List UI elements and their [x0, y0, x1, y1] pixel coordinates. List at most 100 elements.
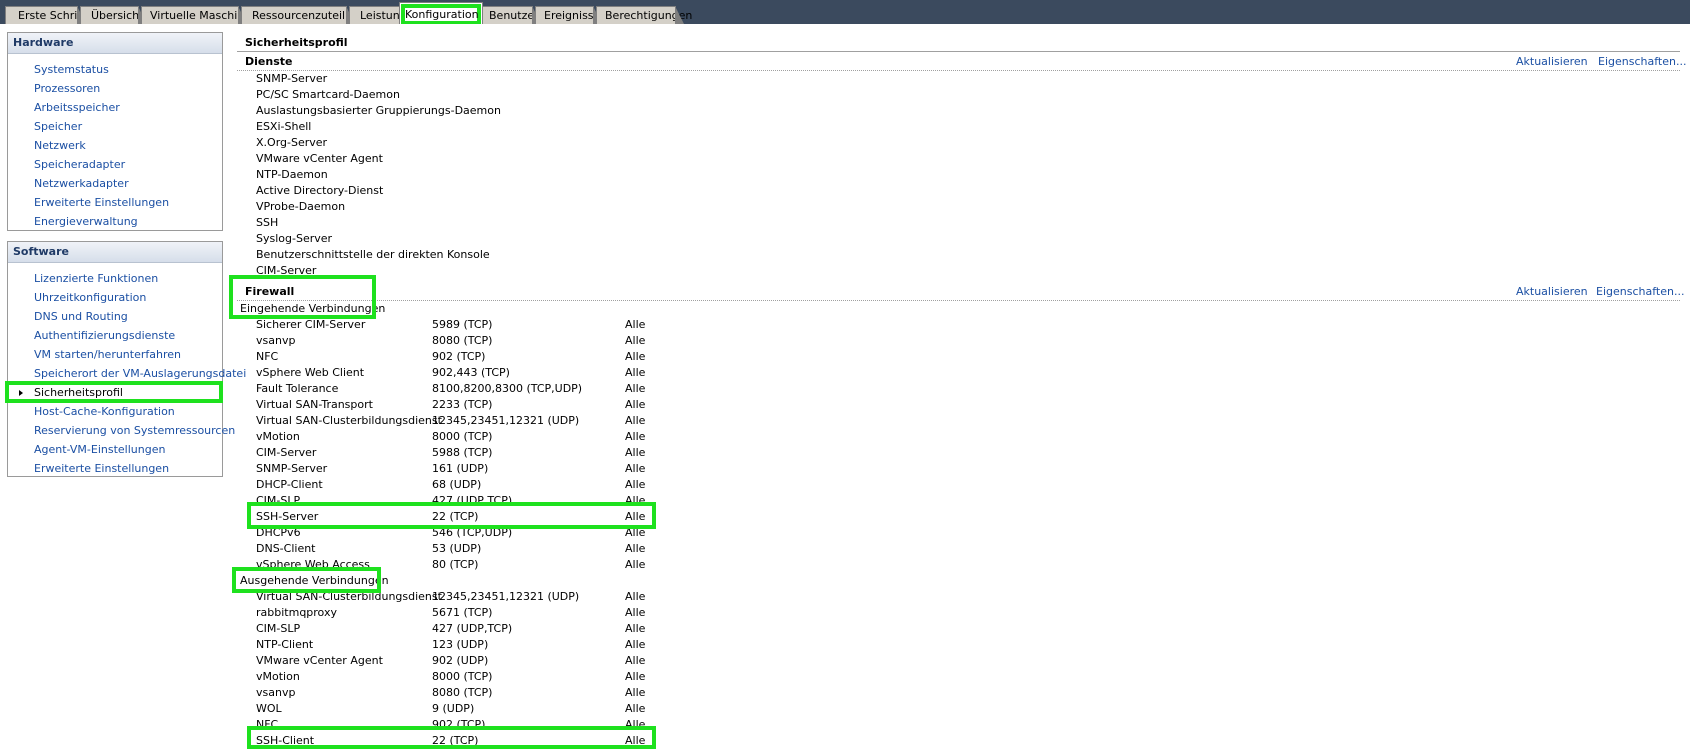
rule-allowed: Alle: [625, 606, 646, 619]
rule-ports: 8080 (TCP): [432, 686, 493, 699]
sidebar-item-dns-und-routing[interactable]: DNS und Routing: [8, 307, 222, 326]
sidebar-item-erweiterte-einstellungen[interactable]: Erweiterte Einstellungen: [8, 459, 222, 478]
rule-name: Virtual SAN-Clusterbildungsdienst: [256, 590, 442, 603]
sidebar-item-netzwerkadapter[interactable]: Netzwerkadapter: [8, 174, 222, 193]
firewall-rule-row: CIM-SLP 427 (UDP,TCP) Alle: [237, 493, 917, 509]
firewall-rule-row: Virtual SAN-Clusterbildungsdienst 12345,2…: [237, 589, 917, 605]
tab-uebersicht[interactable]: Übersicht: [80, 6, 147, 24]
sidebar-item-label: Speicherort der VM-Auslagerungsdatei: [34, 367, 247, 380]
sidebar-item-label: Prozessoren: [34, 82, 101, 95]
sidebar-item-speicheradapter[interactable]: Speicheradapter: [8, 155, 222, 174]
sidebar-item-agent-vm-einstellungen[interactable]: Agent-VM-Einstellungen: [8, 440, 222, 459]
sidebar-item-label: DNS und Routing: [34, 310, 128, 323]
rule-allowed: Alle: [625, 366, 646, 379]
rule-name: SNMP-Server: [256, 462, 328, 475]
sidebar-item-label: Netzwerkadapter: [34, 177, 129, 190]
firewall-rule-row: NTP-Client 123 (UDP) Alle: [237, 637, 917, 653]
rule-allowed: Alle: [625, 398, 646, 411]
sidebar-item-netzwerk[interactable]: Netzwerk: [8, 136, 222, 155]
title-divider: [237, 51, 1680, 52]
firewall-rule-row: SNMP-Server 161 (UDP) Alle: [237, 461, 917, 477]
rule-allowed: Alle: [625, 446, 646, 459]
rule-allowed: Alle: [625, 414, 646, 427]
services-properties-link[interactable]: Eigenschaften...: [1598, 55, 1686, 68]
sidebar-item-host-cache-konfiguration[interactable]: Host-Cache-Konfiguration: [8, 402, 222, 421]
tab-ereignisse[interactable]: Ereignisse: [535, 6, 602, 24]
sidebar-item-vm-starten-herunterfahren[interactable]: VM starten/herunterfahren: [8, 345, 222, 364]
software-list: Lizenzierte Funktionen Uhrzeitkonfigurati…: [8, 263, 246, 478]
firewall-rule-row: vMotion 8000 (TCP) Alle: [237, 429, 917, 445]
tab-ressourcenzuteilung[interactable]: Ressourcenzuteilung: [241, 6, 366, 24]
sidebar-item-label: Reservierung von Systemressourcen: [34, 424, 236, 437]
hardware-panel: Hardware Systemstatus Prozessoren Arbeitss…: [7, 32, 223, 231]
rule-allowed: Alle: [625, 734, 646, 747]
services-divider: [237, 70, 1680, 71]
rule-ports: 53 (UDP): [432, 542, 482, 555]
firewall-rule-row: VMware vCenter Agent 902 (UDP) Alle: [237, 653, 917, 669]
tab-erste-schritte[interactable]: Erste Schritte: [5, 6, 93, 24]
tab-leistung[interactable]: Leistung: [349, 6, 412, 24]
rule-name: CIM-Server: [256, 446, 317, 459]
service-item: ESXi-Shell: [256, 120, 312, 133]
firewall-rule-row: vMotion 8000 (TCP) Alle: [237, 669, 917, 685]
rule-allowed: Alle: [625, 622, 646, 635]
rule-ports: 68 (UDP): [432, 478, 482, 491]
rule-name: vSphere Web Client: [256, 366, 365, 379]
sidebar-item-uhrzeitkonfiguration[interactable]: Uhrzeitkonfiguration: [8, 288, 222, 307]
sidebar-item-sicherheitsprofil[interactable]: Sicherheitsprofil: [8, 383, 222, 402]
sidebar-item-arbeitsspeicher[interactable]: Arbeitsspeicher: [8, 98, 222, 117]
rule-name: NFC: [256, 718, 279, 731]
sidebar-item-systemstatus[interactable]: Systemstatus: [8, 60, 222, 79]
service-item: NTP-Daemon: [256, 168, 328, 181]
rule-name: Sicherer CIM-Server: [256, 318, 366, 331]
rule-ports: 80 (TCP): [432, 558, 479, 571]
rule-name: DNS-Client: [256, 542, 316, 555]
firewall-rule-row: vSphere Web Client 902,443 (TCP) Alle: [237, 365, 917, 381]
rule-name: Fault Tolerance: [256, 382, 339, 395]
sidebar-item-lizenzierte-funktionen[interactable]: Lizenzierte Funktionen: [8, 269, 222, 288]
rule-name: CIM-SLP: [256, 622, 301, 635]
sidebar-item-speicher[interactable]: Speicher: [8, 117, 222, 136]
sidebar-item-speicherort-der-vm-auslagerungsdatei[interactable]: Speicherort der VM-Auslagerungsdatei: [8, 364, 246, 383]
outgoing-connections-heading: Ausgehende Verbindungen: [240, 574, 389, 587]
tab-label: Ereignisse: [544, 9, 601, 22]
sidebar-item-label: Speicheradapter: [34, 158, 126, 171]
firewall-rule-row: Fault Tolerance 8100,8200,8300 (TCP,UDP) A…: [237, 381, 917, 397]
sidebar-item-label: Energieverwaltung: [34, 215, 138, 228]
firewall-properties-link[interactable]: Eigenschaften...: [1596, 285, 1684, 298]
firewall-rule-row: CIM-Server 5988 (TCP) Alle: [237, 445, 917, 461]
rule-allowed: Alle: [625, 542, 646, 555]
rule-ports: 5671 (TCP): [432, 606, 493, 619]
rule-ports: 902,443 (TCP): [432, 366, 510, 379]
rule-allowed: Alle: [625, 350, 646, 363]
rule-name: WOL: [256, 702, 282, 715]
services-heading: Dienste: [245, 55, 293, 68]
sidebar-item-label: Uhrzeitkonfiguration: [34, 291, 147, 304]
sidebar-item-reservierung-von-systemressourcen[interactable]: Reservierung von Systemressourcen: [8, 421, 235, 440]
service-item: CIM-Server: [256, 264, 317, 277]
sidebar-item-prozessoren[interactable]: Prozessoren: [8, 79, 222, 98]
tab-berechtigungen[interactable]: Berechtigungen: [596, 6, 692, 24]
tab-benutzer[interactable]: Benutzer: [480, 6, 541, 24]
rule-ports: 427 (UDP,TCP): [432, 494, 513, 507]
tab-konfiguration[interactable]: Konfiguration: [399, 2, 483, 24]
sidebar-item-label: Lizenzierte Funktionen: [34, 272, 159, 285]
rule-allowed: Alle: [625, 334, 646, 347]
tab-virtuelle-maschinen[interactable]: Virtuelle Maschinen: [141, 6, 258, 24]
services-refresh-link[interactable]: Aktualisieren: [1516, 55, 1588, 68]
rule-ports: 8000 (TCP): [432, 670, 493, 683]
sidebar-item-authentifizierungsdienste[interactable]: Authentifizierungsdienste: [8, 326, 222, 345]
sidebar-item-erweiterte-einstellungen[interactable]: Erweiterte Einstellungen: [8, 193, 222, 212]
firewall-rule-row: DHCPv6 546 (TCP,UDP) Alle: [237, 525, 917, 541]
firewall-rule-row: Virtual SAN-Clusterbildungsdienst 12345,2…: [237, 413, 917, 429]
sidebar-item-label: VM starten/herunterfahren: [34, 348, 181, 361]
firewall-refresh-link[interactable]: Aktualisieren: [1516, 285, 1588, 298]
service-item: Benutzerschnittstelle der direkten Konso…: [256, 248, 490, 261]
rule-name: NTP-Client: [256, 638, 314, 651]
firewall-rule-row: NFC 902 (TCP) Alle: [237, 349, 917, 365]
sidebar-item-energieverwaltung[interactable]: Energieverwaltung: [8, 212, 222, 231]
rule-allowed: Alle: [625, 478, 646, 491]
rule-allowed: Alle: [625, 462, 646, 475]
hardware-panel-title: Hardware: [8, 33, 222, 54]
firewall-rule-row: vSphere Web Access 80 (TCP) Alle: [237, 557, 917, 573]
